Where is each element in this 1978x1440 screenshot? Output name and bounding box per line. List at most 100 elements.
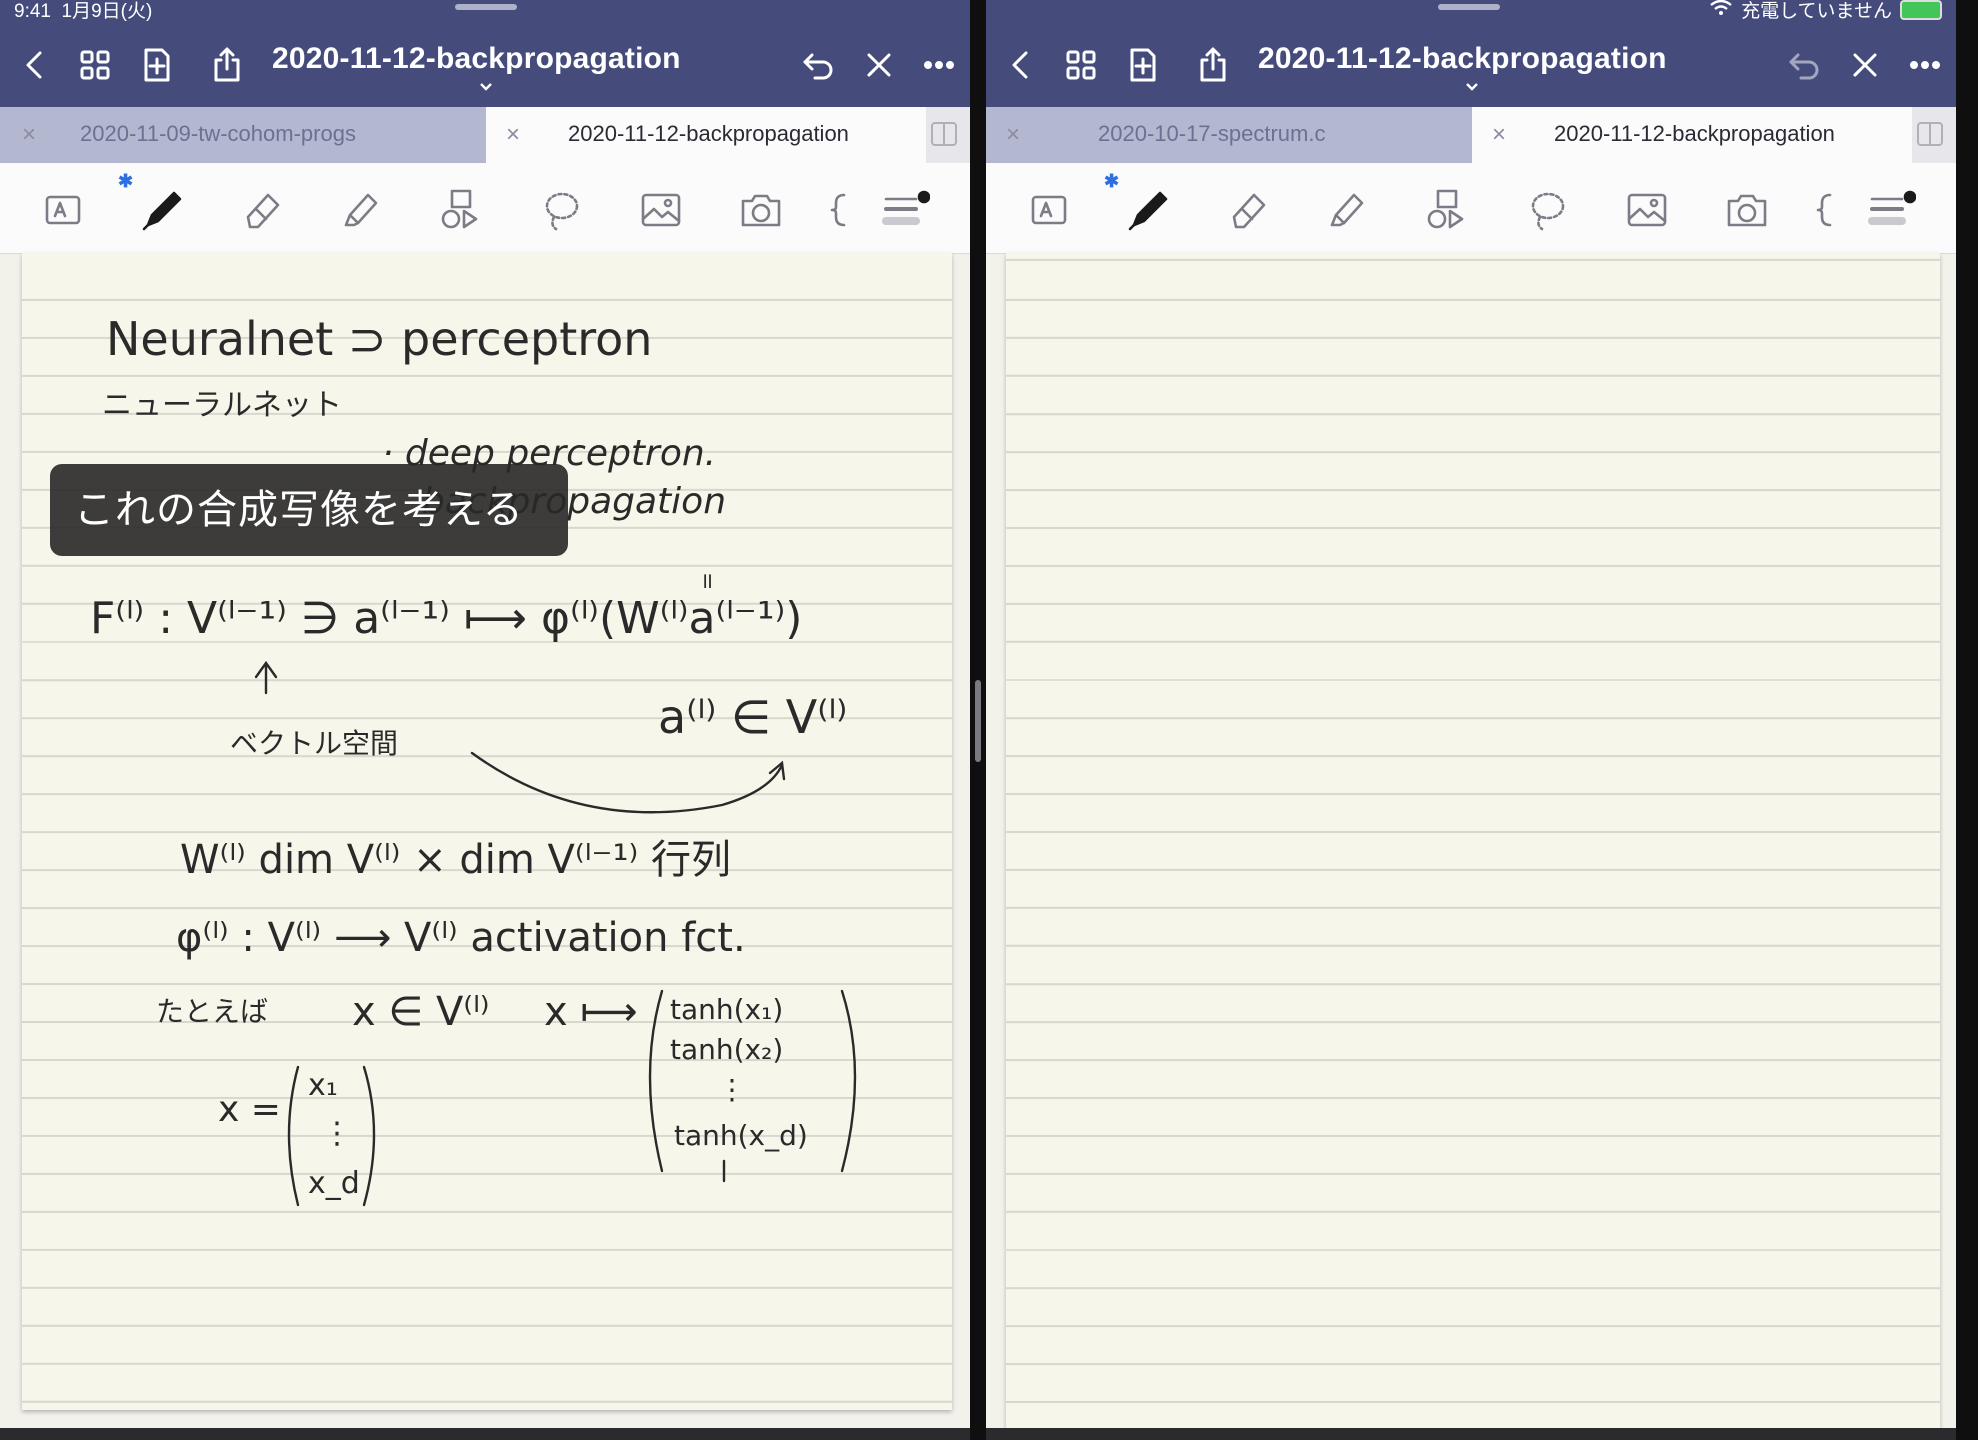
bracket-tool-icon[interactable] (824, 183, 854, 237)
redo-icon[interactable] (1838, 38, 1892, 92)
redo-icon[interactable] (852, 38, 906, 92)
matrix-bracket-left (287, 1065, 300, 1207)
navigation-bar: 9:41 1月9日(火) 2020-11-12-backpropagation (0, 0, 970, 107)
pen-settings-icon[interactable] (1864, 183, 1918, 237)
toolbar: ✱ (0, 163, 970, 254)
matrix-entry: x₁ (308, 1068, 338, 1103)
lasso-tool-icon[interactable] (534, 183, 588, 237)
matrix-entry: ⋮ (718, 1073, 746, 1106)
bottom-strip (986, 1428, 1956, 1440)
tab-1[interactable]: × 2020-11-12-backpropagation (1472, 107, 1912, 163)
bluetooth-icon: ✱ (118, 171, 134, 191)
image-tool-icon[interactable] (634, 183, 688, 237)
eraser-tool-icon[interactable] (236, 183, 290, 237)
status-time: 9:41 1月9日(火) (14, 1, 153, 22)
equals-mark: ॥ (700, 569, 713, 594)
back-icon[interactable] (994, 38, 1048, 92)
tab-close-icon[interactable]: × (1492, 121, 1506, 149)
note-page[interactable]: Neuralnet ⊃ perceptron ニューラルネット · deep p… (22, 253, 952, 1410)
text-tool-icon[interactable] (1022, 183, 1076, 237)
more-icon[interactable] (912, 38, 966, 92)
wifi-icon (1709, 0, 1733, 22)
multitasking-grabber[interactable] (1438, 4, 1500, 10)
video-caption: これの合成写像を考える (50, 464, 568, 556)
note-x-in-space: x ∈ V⁽ˡ⁾ (352, 989, 490, 1035)
matrix-bracket-right (840, 989, 857, 1173)
undo-icon[interactable] (1776, 38, 1830, 92)
document-title[interactable]: 2020-11-12-backpropagation (272, 42, 681, 76)
note-line-neuralnet: Neuralnet ⊃ perceptron (106, 312, 652, 366)
lasso-tool-icon[interactable] (1520, 183, 1574, 237)
note-x-maps-to: x ⟼ (544, 989, 638, 1035)
note-page-blank[interactable] (1006, 253, 1940, 1433)
right-pane: 充電していません 2020-11-12-backpropagation × 20… (986, 0, 1956, 1440)
tab-close-icon[interactable]: × (22, 121, 36, 149)
battery-icon (1900, 0, 1942, 20)
matrix-bracket-left (648, 989, 664, 1173)
tab-0[interactable]: × 2020-10-17-spectrum.c (986, 107, 1472, 163)
split-view-divider[interactable] (970, 0, 986, 1440)
matrix-bracket-right (362, 1065, 376, 1207)
matrix-entry: tanh(x_d) (674, 1119, 808, 1152)
toolbar: ✱ (986, 163, 1956, 254)
equation-layer-map: F⁽ˡ⁾ : V⁽ˡ⁻¹⁾ ∋ a⁽ˡ⁻¹⁾ ⟼ φ⁽ˡ⁾(W⁽ˡ⁾a⁽ˡ⁻¹⁾… (90, 593, 802, 644)
curved-arrow (470, 751, 784, 814)
grid-icon[interactable] (1054, 38, 1108, 92)
equation-activation-function: φ⁽ˡ⁾ : V⁽ˡ⁾ ⟶ V⁽ˡ⁾ activation fct. (176, 915, 746, 961)
curved-arrow-head (768, 760, 786, 781)
multitasking-grabber[interactable] (455, 4, 517, 10)
matrix-entry: x_d (308, 1166, 360, 1201)
tab-label: 2020-11-12-backpropagation (568, 121, 849, 146)
text-tool-icon[interactable] (36, 183, 90, 237)
bracket-tool-icon[interactable] (1810, 183, 1840, 237)
up-arrow (254, 660, 278, 695)
image-tool-icon[interactable] (1620, 183, 1674, 237)
status-right: 充電していません (1709, 0, 1942, 23)
charging-status: 充電していません (1741, 1, 1892, 22)
tab-close-icon[interactable]: × (1006, 121, 1020, 149)
chevron-down-icon[interactable] (1464, 80, 1480, 94)
tab-bar: × 2020-10-17-spectrum.c × 2020-11-12-bac… (986, 107, 1956, 163)
tab-close-icon[interactable]: × (506, 121, 520, 149)
tab-label: 2020-11-09-tw-cohom-progs (80, 121, 356, 146)
tab-label: 2020-11-12-backpropagation (1554, 121, 1835, 146)
shapes-tool-icon[interactable] (434, 183, 488, 237)
bluetooth-icon: ✱ (1104, 171, 1120, 191)
left-pane: 9:41 1月9日(火) 2020-11-12-backpropagation … (0, 0, 970, 1440)
navigation-bar: 充電していません 2020-11-12-backpropagation (986, 0, 1956, 107)
back-icon[interactable] (8, 38, 62, 92)
undo-icon[interactable] (790, 38, 844, 92)
note-example: たとえば (156, 995, 268, 1028)
highlighter-tool-icon[interactable] (1320, 183, 1374, 237)
tab-label: 2020-10-17-spectrum.c (1098, 121, 1326, 146)
camera-tool-icon[interactable] (734, 183, 788, 237)
shapes-tool-icon[interactable] (1420, 183, 1474, 237)
note-line-katakana: ニューラルネット (102, 388, 342, 423)
matrix-entry: tanh(x₁) (670, 993, 783, 1026)
matrix-entry: tanh(x₂) (670, 1033, 783, 1066)
bottom-strip (0, 1428, 970, 1440)
matrix-label-x: x = (218, 1089, 281, 1130)
tab-1[interactable]: × 2020-11-12-backpropagation (486, 107, 926, 163)
document-title[interactable]: 2020-11-12-backpropagation (1258, 42, 1667, 76)
pen-tool-icon[interactable] (136, 183, 190, 237)
camera-tool-icon[interactable] (1720, 183, 1774, 237)
highlighter-tool-icon[interactable] (334, 183, 388, 237)
chevron-down-icon[interactable] (478, 80, 494, 94)
pen-tool-icon[interactable] (1122, 183, 1176, 237)
split-view-handle[interactable] (975, 680, 981, 762)
new-page-icon[interactable] (130, 38, 184, 92)
more-icon[interactable] (1898, 38, 1952, 92)
equation-activation-in-space: a⁽ˡ⁾ ∈ V⁽ˡ⁾ (658, 690, 847, 744)
grid-icon[interactable] (68, 38, 122, 92)
split-view-icon[interactable] (1916, 121, 1944, 147)
pen-settings-icon[interactable] (878, 183, 932, 237)
handwritten-notes[interactable]: Neuralnet ⊃ perceptron ニューラルネット · deep p… (22, 253, 952, 1410)
share-icon[interactable] (1186, 38, 1240, 92)
new-page-icon[interactable] (1116, 38, 1170, 92)
split-view-icon[interactable] (930, 121, 958, 147)
share-icon[interactable] (200, 38, 254, 92)
eraser-tool-icon[interactable] (1222, 183, 1276, 237)
tab-0[interactable]: × 2020-11-09-tw-cohom-progs (0, 107, 486, 163)
vector-space-annotation: ベクトル空間 (230, 727, 398, 760)
